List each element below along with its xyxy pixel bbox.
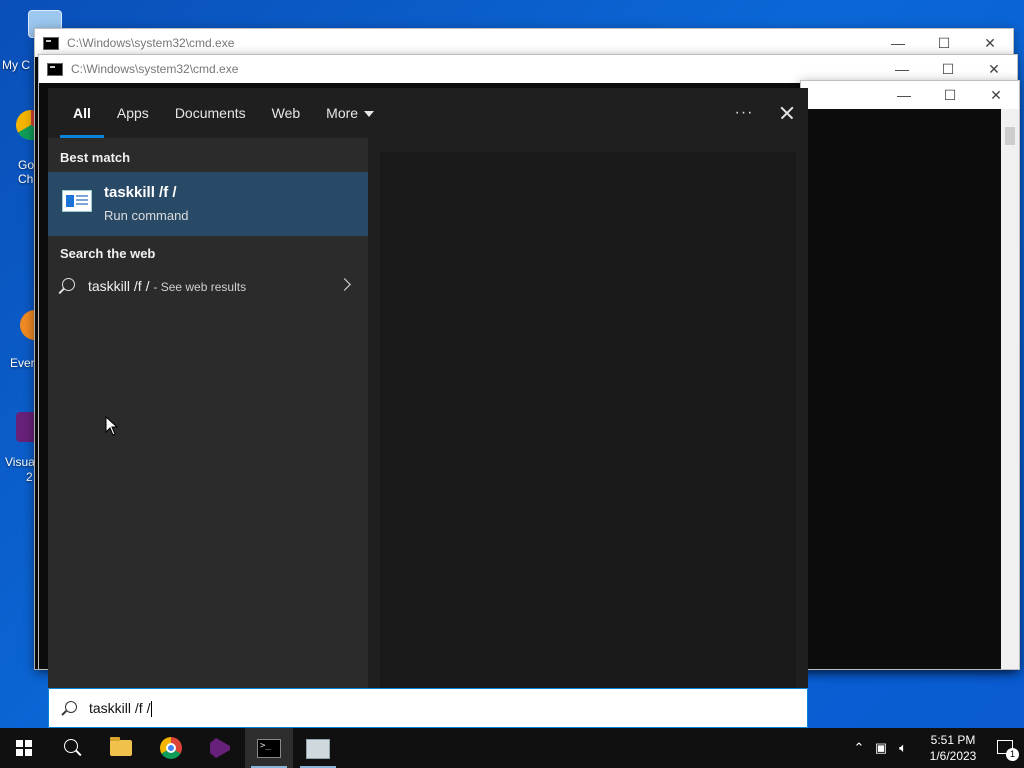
web-result-text: taskkill /f / - See web results (88, 278, 246, 294)
best-match-title: taskkill /f / (104, 184, 177, 201)
close-icon[interactable]: ✕ (973, 87, 1019, 104)
taskbar: ⌃ ▣ 🔈︎ 5:51 PM 1/6/2023 1 (0, 728, 1024, 768)
cmd-window-front[interactable]: — ☐ ✕ (800, 80, 1020, 670)
taskbar-search-button[interactable] (48, 728, 96, 768)
tab-apps[interactable]: Apps (104, 88, 162, 138)
preview-area (380, 152, 796, 688)
cmd-window-titlebar[interactable]: C:\Windows\system32\cmd.exe — ☐ ✕ (35, 29, 1013, 57)
desktop-label-everything: Ever (10, 356, 35, 370)
search-input-value: taskkill /f / (89, 700, 151, 716)
best-match-heading: Best match (60, 150, 131, 165)
tab-documents[interactable]: Documents (162, 88, 259, 138)
search-results-list: Best match taskkill /f / Run command Sea… (48, 138, 368, 688)
best-match-result[interactable]: taskkill /f / Run command (48, 172, 368, 236)
chevron-right-icon[interactable] (338, 278, 351, 291)
preview-pane (368, 138, 808, 688)
run-command-icon (62, 190, 92, 212)
cmd-scrollbar[interactable] (1001, 109, 1019, 669)
chevron-down-icon (364, 111, 375, 118)
clock-date: 1/6/2023 (929, 749, 977, 763)
search-icon (64, 739, 78, 753)
taskbar-chrome[interactable] (148, 728, 196, 768)
search-panel: All Apps Documents Web More ··· Best mat… (48, 88, 808, 688)
maximize-icon[interactable]: ☐ (927, 87, 973, 104)
web-result-query: taskkill /f / (88, 278, 150, 294)
cmd-window-titlebar[interactable]: — ☐ ✕ (801, 81, 1019, 109)
search-icon (62, 278, 75, 291)
maximize-icon[interactable]: ☐ (921, 35, 967, 52)
web-result-hint: - See web results (153, 280, 247, 294)
file-explorer-icon (110, 737, 132, 756)
close-search-button[interactable] (764, 88, 808, 138)
text-cursor (151, 701, 153, 718)
start-button[interactable] (0, 728, 48, 768)
minimize-icon[interactable]: — (879, 61, 925, 78)
mouse-pointer-icon (105, 415, 119, 441)
desktop-label-visual-studio: Visua (5, 455, 35, 469)
scroll-thumb[interactable] (1005, 127, 1015, 145)
search-icon (65, 701, 77, 713)
desktop-label-chrome-2: Ch (18, 172, 34, 186)
clock[interactable]: 5:51 PM 1/6/2023 (920, 732, 986, 764)
ellipsis-icon[interactable]: ··· (724, 104, 764, 122)
tab-more[interactable]: More (313, 88, 387, 138)
tab-more-label: More (326, 105, 359, 121)
tab-web[interactable]: Web (259, 88, 314, 138)
best-match-subtitle: Run command (104, 208, 189, 223)
desktop-label-my-computer: My C (2, 58, 30, 72)
taskbar-visual-studio[interactable] (196, 728, 244, 768)
minimize-icon[interactable]: — (875, 35, 921, 52)
cmd-app-icon (43, 36, 59, 50)
taskbar-file-explorer[interactable] (98, 728, 146, 768)
system-tray: ⌃ ▣ 🔈︎ 5:51 PM 1/6/2023 1 (848, 728, 1024, 768)
windows-logo-icon (16, 740, 32, 756)
search-input[interactable]: taskkill /f / (89, 700, 153, 718)
cmd-window-title: C:\Windows\system32\cmd.exe (71, 62, 239, 76)
chevron-up-icon[interactable]: ⌃ (848, 740, 870, 756)
close-icon[interactable]: ✕ (967, 35, 1013, 52)
chrome-icon (160, 737, 182, 759)
cmd-window-titlebar[interactable]: C:\Windows\system32\cmd.exe — ☐ ✕ (39, 55, 1017, 83)
clock-time: 5:51 PM (930, 733, 976, 747)
visual-studio-icon (210, 738, 230, 758)
close-icon[interactable]: ✕ (971, 61, 1017, 78)
taskbar-command-prompt[interactable] (245, 728, 293, 768)
cmd-window-title: C:\Windows\system32\cmd.exe (67, 36, 235, 50)
search-web-heading: Search the web (60, 246, 156, 261)
desktop-label-chrome: Go (18, 158, 35, 172)
maximize-icon[interactable]: ☐ (925, 61, 971, 78)
tab-all[interactable]: All (60, 88, 104, 138)
search-tabs: All Apps Documents Web More (60, 88, 387, 138)
notification-badge: 1 (1006, 748, 1019, 761)
volume-icon[interactable]: 🔈︎ (892, 740, 914, 756)
cmd-console-area[interactable] (801, 109, 1019, 669)
cmd-app-icon (47, 62, 63, 76)
network-app-icon (306, 739, 330, 759)
network-icon[interactable]: ▣ (870, 740, 892, 756)
search-box[interactable]: taskkill /f / (48, 688, 808, 728)
search-panel-header: All Apps Documents Web More ··· (48, 88, 808, 138)
action-center-button[interactable]: 1 (986, 728, 1024, 768)
desktop-label-visual-studio-2: 2 (26, 470, 33, 484)
command-prompt-icon (257, 739, 281, 758)
web-result-item[interactable]: taskkill /f / - See web results (48, 268, 368, 304)
minimize-icon[interactable]: — (881, 87, 927, 104)
taskbar-app[interactable] (294, 728, 342, 768)
